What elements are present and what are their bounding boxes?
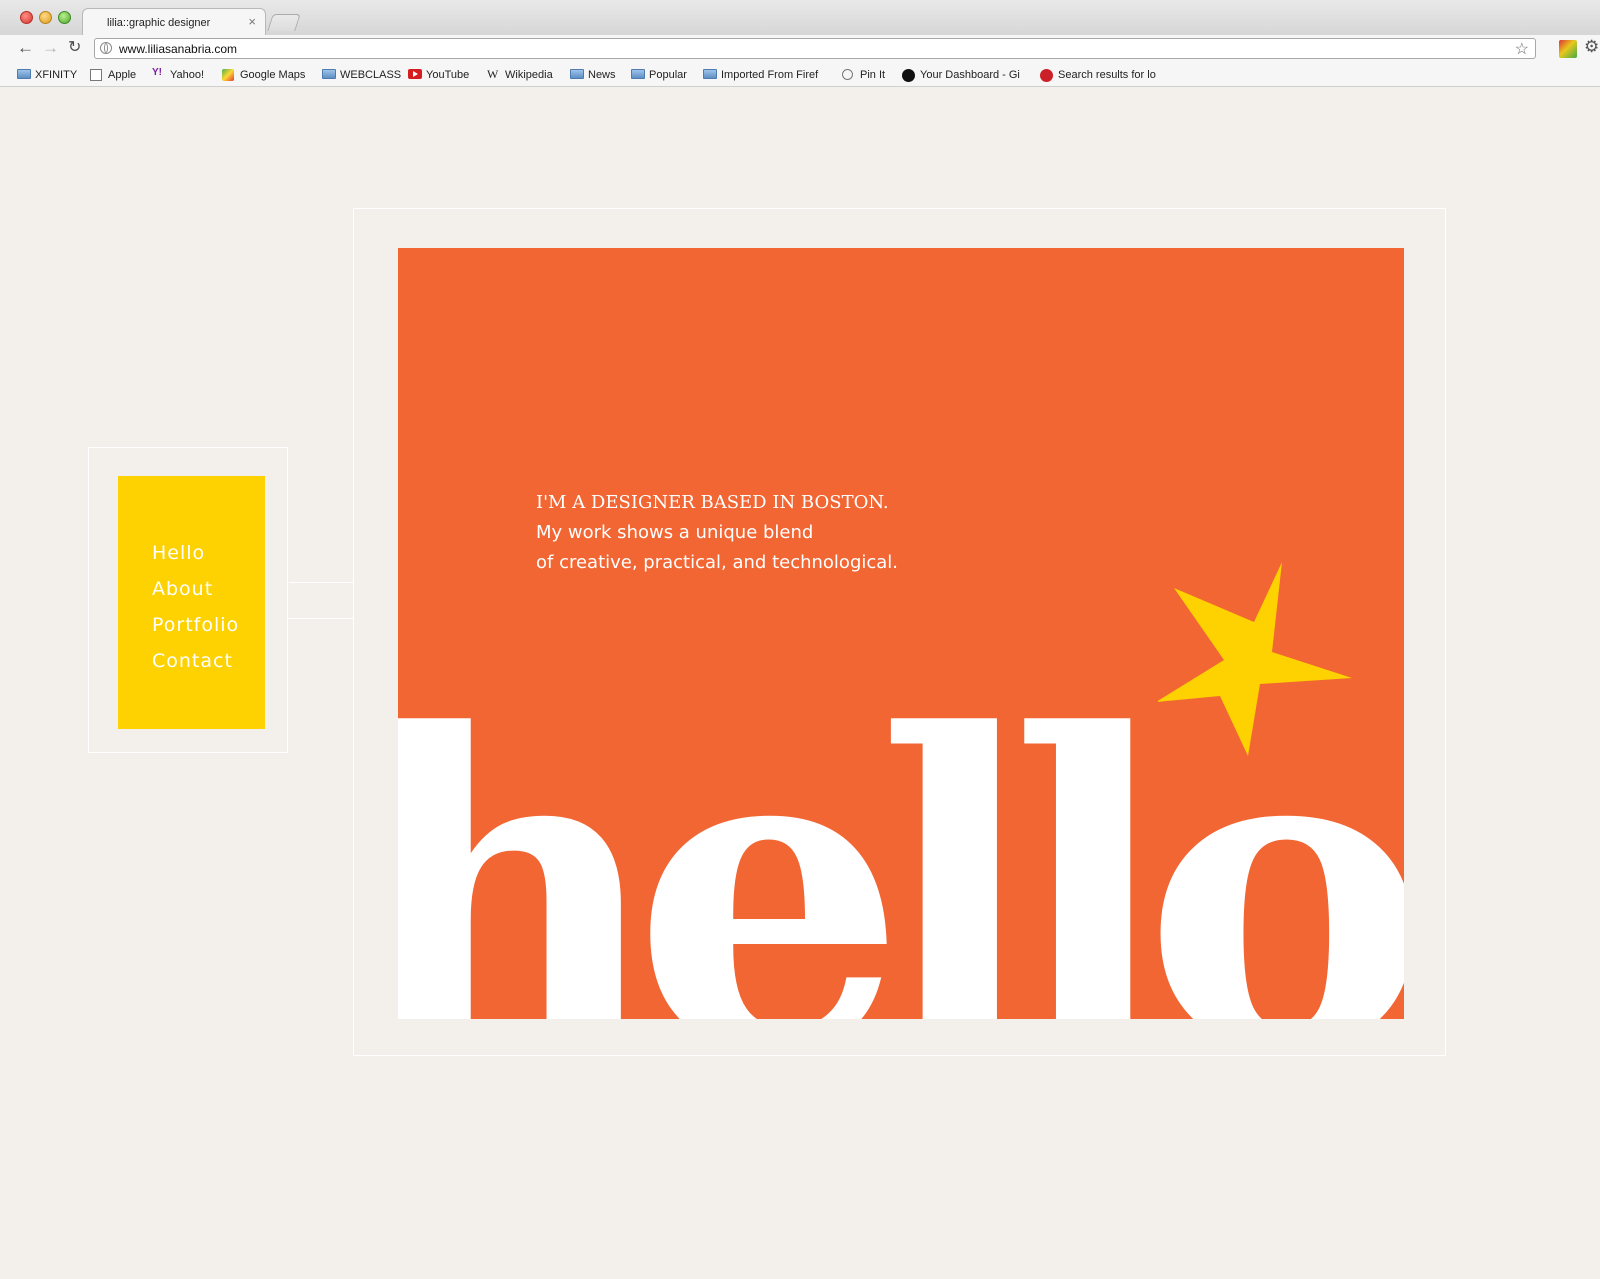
bookmarks-bar: XFINITY Apple Y! Yahoo! Google Maps WEBC…	[0, 62, 1600, 87]
intro-line: My work shows a unique blend	[536, 522, 814, 543]
bookmark-label: Google Maps	[240, 69, 306, 81]
folder-icon	[570, 69, 584, 79]
globe-icon	[100, 42, 112, 54]
folder-icon	[631, 69, 645, 79]
site-nav-panel: Hello About Portfolio Contact	[118, 476, 265, 729]
maps-icon	[222, 69, 234, 81]
globe-icon	[842, 69, 853, 80]
url-text[interactable]: www.liliasanabria.com	[119, 42, 237, 56]
nav-link-portfolio[interactable]: Portfolio	[152, 614, 239, 636]
hello-headline: hello!	[398, 642, 1404, 1020]
bookmark-label: Wikipedia	[505, 69, 553, 81]
page-icon	[90, 69, 102, 81]
bookmark-label: Popular	[649, 69, 687, 81]
bookmark-label: Search results for lo	[1058, 69, 1156, 81]
nav-link-hello[interactable]: Hello	[152, 542, 205, 564]
pinterest-icon	[1040, 69, 1053, 82]
folder-icon	[322, 69, 336, 79]
tab-close-icon[interactable]: ×	[248, 14, 256, 29]
zoom-window-button[interactable]	[58, 11, 71, 24]
new-tab-button[interactable]	[267, 14, 301, 31]
bookmark-label: Your Dashboard - Gi	[920, 69, 1020, 81]
close-window-button[interactable]	[20, 11, 33, 24]
back-button[interactable]: ←	[17, 38, 34, 58]
bookmark-label: Imported From Firef	[721, 69, 819, 81]
extension-icon[interactable]	[1559, 40, 1577, 58]
bookmark-label: Pin It	[860, 69, 886, 81]
yahoo-icon: Y!	[152, 67, 162, 78]
tab-title: lilia::graphic designer	[107, 17, 211, 29]
forward-button[interactable]: →	[42, 38, 59, 58]
bookmark-label: Yahoo!	[170, 69, 205, 81]
connector-gap	[288, 582, 289, 618]
connector-line	[288, 618, 353, 619]
folder-icon	[703, 69, 717, 79]
bookmark-label: WEBCLASS	[340, 69, 402, 81]
nav-link-contact[interactable]: Contact	[152, 650, 233, 672]
browser-tab[interactable]: lilia::graphic designer ×	[82, 8, 266, 36]
nav-link-about[interactable]: About	[152, 578, 213, 600]
bookmark-star-icon[interactable]: ☆	[1515, 39, 1529, 59]
reload-button[interactable]: ↻	[68, 38, 81, 58]
bookmark-label: News	[588, 69, 616, 81]
connector-line	[288, 582, 353, 583]
youtube-icon	[408, 69, 422, 79]
address-bar[interactable]: www.liliasanabria.com ☆	[94, 38, 1536, 59]
browser-chrome: lilia::graphic designer × ← → ↻ www.lili…	[0, 0, 1600, 87]
intro-text: I'M A DESIGNER BASED IN BOSTON. My work …	[536, 488, 898, 578]
folder-icon	[17, 69, 31, 79]
hero-panel: I'M A DESIGNER BASED IN BOSTON. My work …	[398, 248, 1404, 1019]
minimize-window-button[interactable]	[39, 11, 52, 24]
intro-headline: I'M A DESIGNER BASED IN BOSTON.	[536, 492, 889, 513]
bookmark-label: XFINITY	[35, 69, 78, 81]
browser-toolbar: ← → ↻ www.liliasanabria.com ☆	[0, 35, 1600, 62]
github-icon	[902, 69, 915, 82]
wikipedia-icon: W	[487, 67, 499, 81]
bookmark-label: YouTube	[426, 69, 470, 81]
intro-line: of creative, practical, and technologica…	[536, 552, 899, 573]
bookmark-label: Apple	[108, 69, 137, 81]
wrench-menu-icon[interactable]: ⚙	[1584, 37, 1599, 57]
title-bar: lilia::graphic designer ×	[0, 0, 1600, 36]
